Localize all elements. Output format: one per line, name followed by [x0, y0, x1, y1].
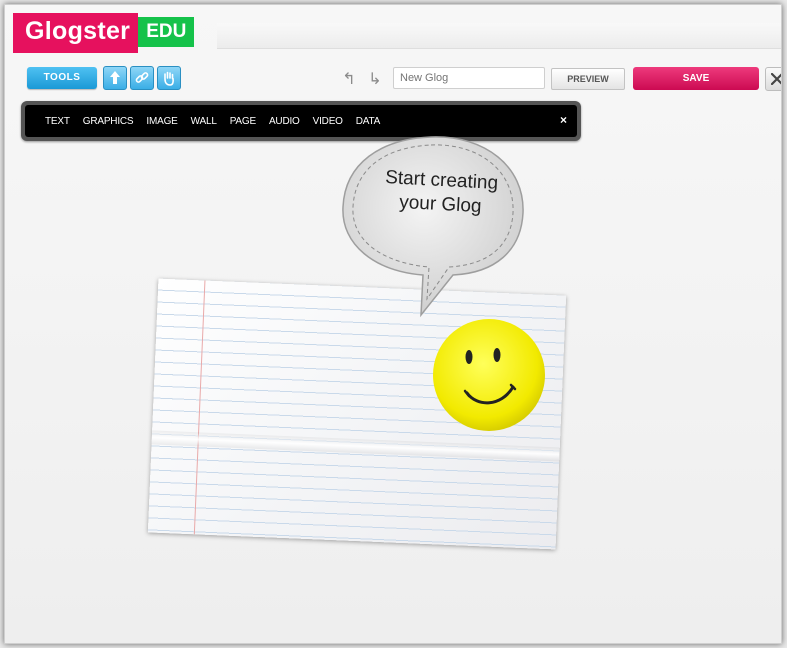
tools-button[interactable]: TOOLS: [27, 67, 97, 89]
smiley-icon[interactable]: [431, 317, 547, 433]
menu-item-text[interactable]: TEXT: [45, 116, 70, 127]
menu-item-graphics[interactable]: GRAPHICS: [83, 116, 134, 127]
glog-title-input[interactable]: [393, 67, 545, 89]
close-icon: [771, 73, 781, 85]
save-button[interactable]: SAVE: [633, 67, 759, 90]
paper-fold: [151, 430, 560, 462]
redo-icon: ↳: [368, 71, 382, 88]
speech-bubble[interactable]: [335, 133, 531, 323]
close-editor-button[interactable]: [765, 67, 781, 91]
menu-item-audio[interactable]: AUDIO: [269, 116, 300, 127]
menu-item-wall[interactable]: WALL: [191, 116, 217, 127]
undo-button[interactable]: ↰: [339, 69, 359, 89]
speech-bubble-text: Start creating your Glog: [360, 165, 522, 221]
preview-button[interactable]: PREVIEW: [551, 68, 625, 90]
link-icon: [135, 72, 149, 83]
menu-item-data[interactable]: DATA: [356, 116, 381, 127]
paper-margin-line: [193, 280, 206, 535]
logo-text: Glogster: [13, 13, 139, 53]
menu-item-page[interactable]: PAGE: [230, 116, 256, 127]
menu-close-button[interactable]: ×: [560, 113, 567, 127]
link-button[interactable]: [130, 66, 154, 90]
undo-icon: ↰: [342, 71, 356, 88]
top-strip: [217, 23, 781, 49]
glog-editor-window: Glogster EDU TOOLS ↰ ↳ PREVIEW SAVE TEXT: [4, 4, 782, 644]
pan-button[interactable]: [157, 66, 181, 90]
hand-icon: [164, 71, 174, 86]
upload-button[interactable]: [103, 66, 127, 90]
menu-item-image[interactable]: IMAGE: [146, 116, 177, 127]
upload-icon: [110, 71, 120, 84]
logo: Glogster EDU: [13, 13, 195, 53]
menu-item-video[interactable]: VIDEO: [313, 116, 343, 127]
logo-edu-badge: EDU: [138, 17, 195, 47]
redo-button[interactable]: ↳: [365, 69, 385, 89]
